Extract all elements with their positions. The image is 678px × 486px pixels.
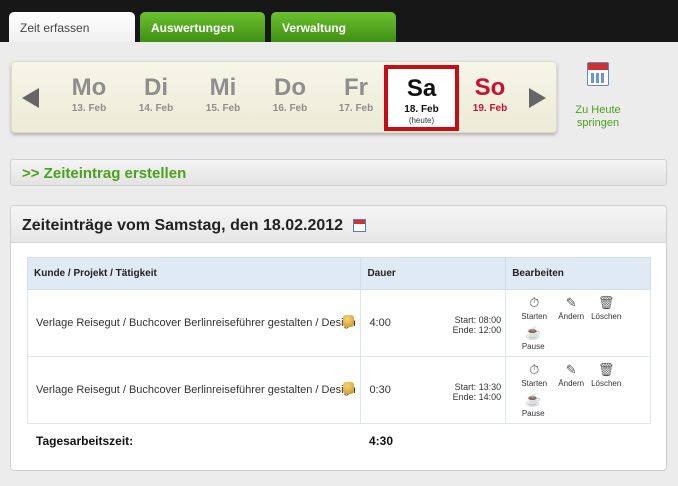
day-friday[interactable]: Fr 17. Feb (323, 62, 389, 134)
edit-button[interactable]: ✎ Ändern (555, 295, 587, 322)
day-abbr: Di (144, 74, 168, 101)
table-header-row: Kunde / Projekt / Tätigkeit Dauer Bearbe… (26, 257, 651, 290)
day-date: 19. Feb (472, 103, 508, 114)
column-header-duration: Dauer (360, 257, 507, 290)
edit-label: Ändern (558, 379, 585, 388)
duration-cell: 0:30 Start: 13:30 Ende: 14:00 (360, 356, 506, 424)
day-abbr: Do (274, 74, 306, 101)
start-button[interactable]: ⏱ Starten (518, 362, 550, 389)
previous-week-arrow-icon[interactable] (22, 88, 39, 108)
day-date: 14. Feb (138, 103, 174, 114)
duration-cell: 4:00 Start: 08:00 Ende: 12:00 (360, 289, 506, 357)
delete-button[interactable]: 🗑 Löschen (590, 295, 622, 322)
edit-label: Ändern (558, 312, 585, 321)
day-abbr: So (474, 74, 506, 101)
day-wednesday[interactable]: Mi 15. Feb (190, 62, 256, 134)
task-cell: Verlage Reisegut / Buchcover Berlinreise… (26, 289, 361, 357)
panel-title: Zeiteinträge vom Samstag, den 18.02.2012 (22, 217, 344, 234)
delete-label: Löschen (591, 379, 622, 388)
actions-cell: ⏱ Starten ✎ Ändern 🗑 Löschen ☕ Pause (505, 289, 651, 357)
pencil-icon: ✎ (565, 362, 577, 377)
end-time: Ende: 14:00 (452, 392, 502, 402)
panel-header: Zeiteinträge vom Samstag, den 18.02.2012 (11, 206, 666, 243)
time-entries-table: Kunde / Projekt / Tätigkeit Dauer Bearbe… (26, 257, 651, 424)
start-label: Starten (521, 379, 548, 388)
delete-button[interactable]: 🗑 Löschen (590, 362, 622, 389)
pause-button[interactable]: ☕ Pause (517, 325, 549, 352)
task-text: Verlage Reisegut / Buchcover Berlinreise… (36, 317, 356, 329)
start-button[interactable]: ⏱ Starten (518, 295, 550, 322)
table-row: Verlage Reisegut / Buchcover Berlinreise… (26, 356, 651, 424)
daily-total-value: 4:30 (369, 434, 394, 448)
day-tuesday[interactable]: Di 14. Feb (123, 62, 189, 134)
table-row: Verlage Reisegut / Buchcover Berlinreise… (26, 289, 651, 357)
pause-icon: ☕ (525, 392, 542, 407)
day-date: 13. Feb (71, 103, 107, 114)
day-monday[interactable]: Mo 13. Feb (56, 62, 122, 134)
task-text: Verlage Reisegut / Buchcover Berlinreise… (36, 384, 356, 396)
coins-icon (343, 382, 355, 394)
duration-value: 0:30 (369, 384, 391, 396)
tab-verwaltung[interactable]: Verwaltung (271, 12, 396, 42)
task-cell: Verlage Reisegut / Buchcover Berlinreise… (26, 356, 361, 424)
calendar-icon (587, 62, 609, 86)
pause-button[interactable]: ☕ Pause (517, 392, 549, 419)
day-abbr: Sa (406, 75, 437, 102)
edit-button[interactable]: ✎ Ändern (555, 362, 587, 389)
duration-value: 4:00 (369, 317, 391, 329)
tab-zeit-erfassen[interactable]: Zeit erfassen (9, 12, 135, 42)
day-date: 15. Feb (205, 103, 241, 114)
start-end-times: Start: 13:30 Ende: 14:00 (453, 382, 502, 402)
daily-total-label: Tagesarbeitszeit: (36, 434, 134, 448)
day-abbr: Mi (209, 74, 237, 101)
pause-icon: ☕ (525, 325, 542, 340)
end-time: Ende: 12:00 (452, 325, 502, 335)
calendar-icon[interactable] (353, 219, 367, 232)
trash-icon: 🗑 (597, 295, 615, 310)
day-abbr: Mo (71, 74, 107, 101)
trash-icon: 🗑 (597, 362, 615, 377)
pencil-icon: ✎ (565, 295, 577, 310)
day-abbr: Fr (344, 74, 368, 101)
start-time: Start: 13:30 (454, 382, 502, 392)
create-time-entry-toggle[interactable]: >> Zeiteintrag erstellen (10, 159, 667, 186)
delete-label: Löschen (591, 312, 622, 321)
day-saturday-today[interactable]: Sa 18. Feb (heute) (384, 65, 459, 131)
day-thursday[interactable]: Do 16. Feb (257, 62, 323, 134)
day-sunday[interactable]: So 19. Feb (457, 62, 523, 134)
jump-to-today-label: Zu Heute springen (575, 104, 621, 129)
day-date: 16. Feb (272, 103, 308, 114)
day-date: 17. Feb (338, 103, 374, 114)
top-navigation: Zeit erfassen Auswertungen Verwaltung (0, 0, 678, 42)
day-date: 18. Feb (404, 104, 439, 115)
stopwatch-icon: ⏱ (529, 295, 540, 310)
pause-label: Pause (521, 409, 545, 418)
stopwatch-icon: ⏱ (529, 362, 540, 377)
next-week-arrow-icon[interactable] (529, 88, 546, 108)
start-time: Start: 08:00 (454, 315, 502, 325)
column-header-task: Kunde / Projekt / Tätigkeit (26, 257, 362, 290)
start-label: Starten (521, 312, 548, 321)
coins-icon (343, 315, 355, 327)
start-end-times: Start: 08:00 Ende: 12:00 (453, 315, 502, 335)
actions-cell: ⏱ Starten ✎ Ändern 🗑 Löschen ☕ Pause (505, 356, 651, 424)
tab-auswertungen[interactable]: Auswertungen (140, 12, 265, 42)
column-header-actions: Bearbeiten (505, 257, 651, 290)
today-note: (heute) (408, 116, 435, 125)
pause-label: Pause (521, 342, 545, 351)
time-entries-panel: Zeiteinträge vom Samstag, den 18.02.2012… (10, 205, 667, 471)
week-day-selector: Mo 13. Feb Di 14. Feb Mi 15. Feb Do 16. … (11, 61, 557, 133)
jump-to-today-link[interactable]: Zu Heute springen (569, 62, 627, 130)
